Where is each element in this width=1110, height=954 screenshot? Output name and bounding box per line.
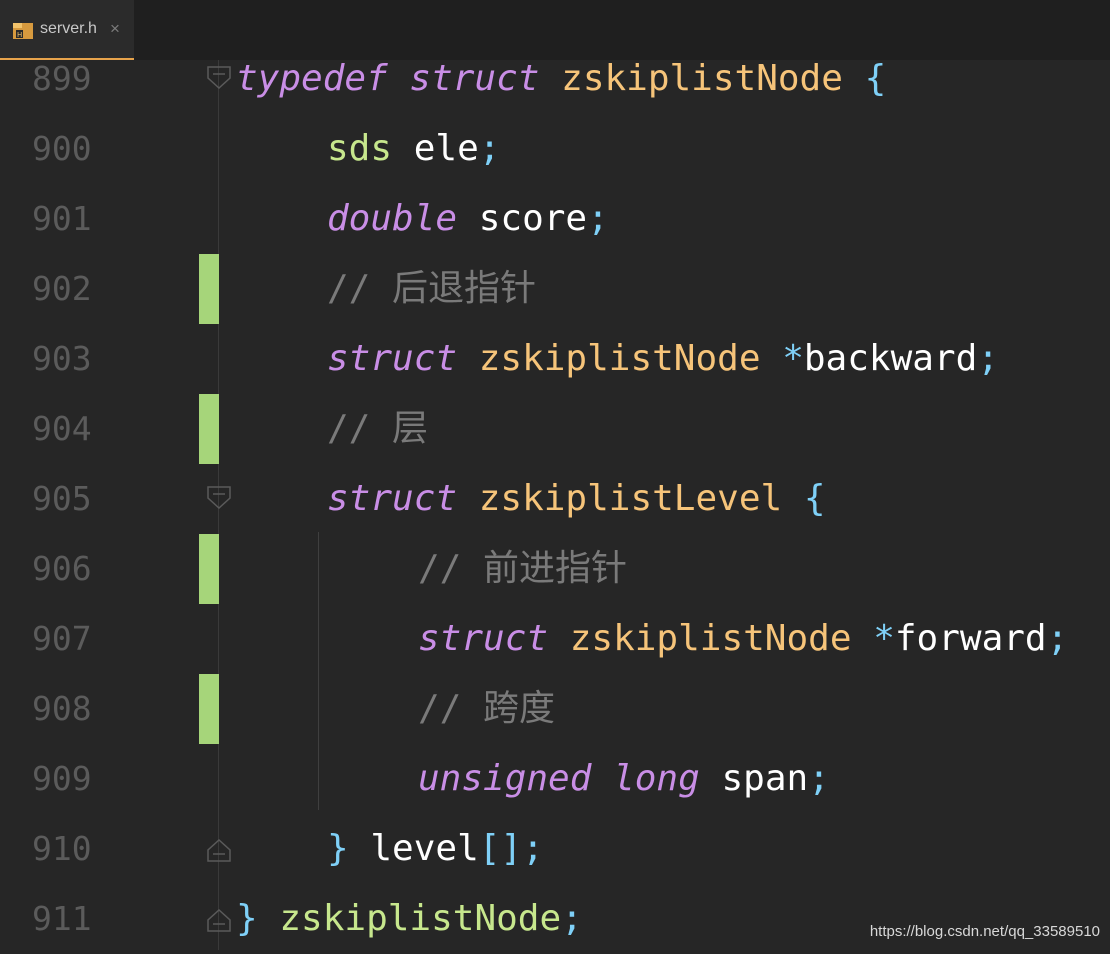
change-marker[interactable] — [199, 534, 219, 604]
code-line: 909 unsigned long span; — [0, 744, 1110, 814]
code-line: 901 double score; — [0, 184, 1110, 254]
code-text: unsigned long span; — [418, 758, 830, 799]
code-line: 899 typedef struct zskiplistNode { — [0, 44, 1110, 114]
line-number: 903 — [32, 339, 92, 378]
line-number: 904 — [32, 409, 92, 448]
line-number: 908 — [32, 689, 92, 728]
code-line: 907 struct zskiplistNode *forward; — [0, 604, 1110, 674]
code-text: struct zskiplistNode *backward; — [327, 338, 999, 379]
comment-text: // 后退指针 — [327, 268, 537, 309]
comment-text: // 层 — [327, 408, 429, 449]
code-text: struct zskiplistNode *forward; — [418, 618, 1069, 659]
code-text: typedef struct zskiplistNode { — [236, 58, 887, 99]
line-number: 900 — [32, 129, 92, 168]
code-text: double score; — [327, 198, 609, 239]
line-number: 910 — [32, 829, 92, 868]
line-number: 909 — [32, 759, 92, 798]
fold-open-icon[interactable] — [207, 486, 231, 510]
code-text: } zskiplistNode; — [236, 898, 583, 939]
close-icon[interactable]: × — [110, 19, 120, 39]
change-marker[interactable] — [199, 394, 219, 464]
code-line: 911 } zskiplistNode; — [0, 884, 1110, 954]
code-line: 908 // 跨度 — [0, 674, 1110, 744]
line-number: 911 — [32, 899, 92, 938]
line-number: 907 — [32, 619, 92, 658]
code-line: 905 struct zskiplistLevel { — [0, 464, 1110, 534]
line-number: 902 — [32, 269, 92, 308]
fold-open-icon[interactable] — [207, 66, 231, 90]
code-line: 906 // 前进指针 — [0, 534, 1110, 604]
code-text: } level[]; — [327, 828, 544, 869]
fold-close-icon[interactable] — [207, 908, 231, 932]
code-text: sds ele; — [327, 128, 501, 169]
code-line: 902 // 后退指针 — [0, 254, 1110, 324]
header-file-icon: H — [13, 23, 33, 39]
line-number: 905 — [32, 479, 92, 518]
fold-close-icon[interactable] — [207, 838, 231, 862]
code-editor[interactable]: 899 typedef struct zskiplistNode { 900 s… — [0, 58, 1110, 950]
change-marker[interactable] — [199, 674, 219, 744]
code-line: 900 sds ele; — [0, 114, 1110, 184]
code-line: 903 struct zskiplistNode *backward; — [0, 324, 1110, 394]
watermark-text: https://blog.csdn.net/qq_33589510 — [869, 923, 1100, 940]
svg-text:H: H — [17, 31, 22, 39]
comment-text: // 跨度 — [418, 688, 556, 729]
code-text: struct zskiplistLevel { — [327, 478, 826, 519]
change-marker[interactable] — [199, 254, 219, 324]
line-number: 899 — [32, 59, 92, 98]
line-number: 901 — [32, 199, 92, 238]
code-line: 904 // 层 — [0, 394, 1110, 464]
tab-label: server.h — [40, 20, 97, 37]
line-number: 906 — [32, 549, 92, 588]
code-line: 910 } level[]; — [0, 814, 1110, 884]
comment-text: // 前进指针 — [418, 548, 628, 589]
